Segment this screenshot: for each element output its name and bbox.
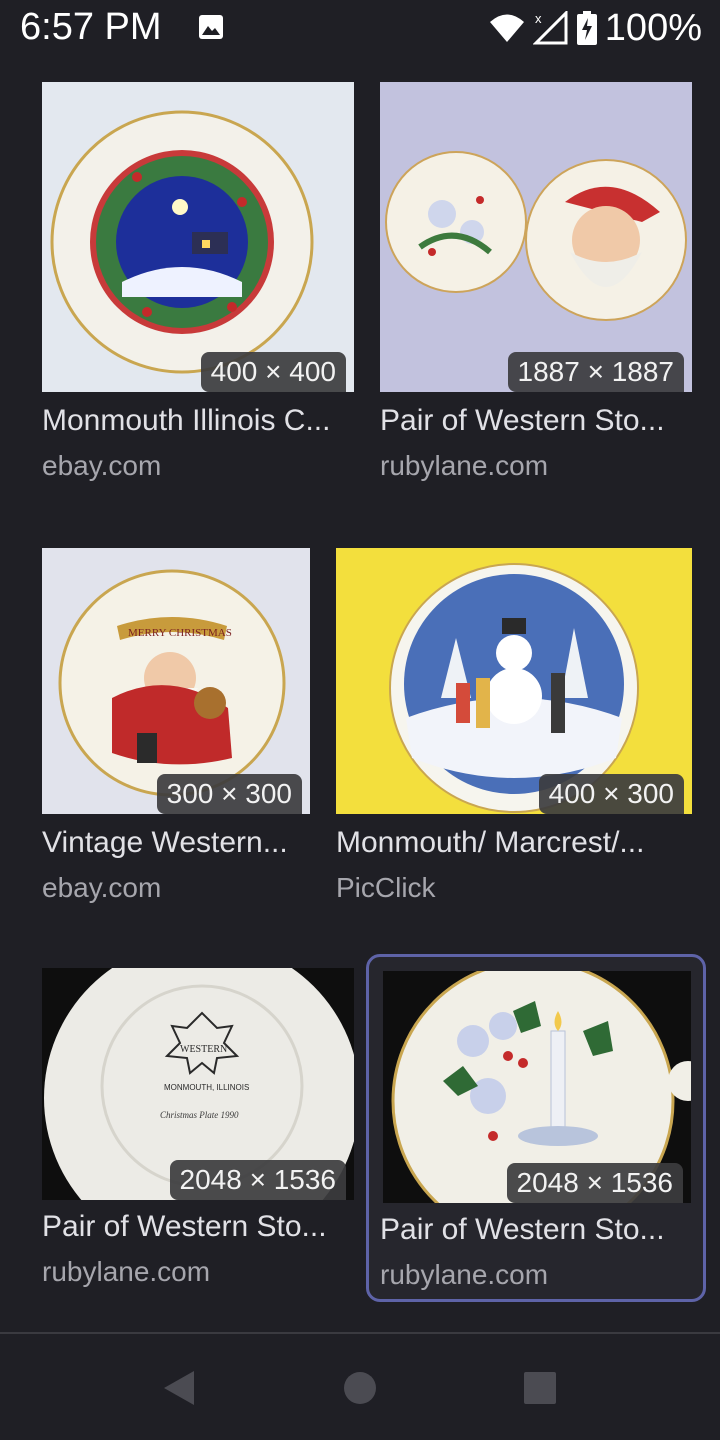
svg-text:WESTERN: WESTERN (180, 1044, 227, 1055)
result-thumbnail[interactable]: 1887 × 1887 (380, 82, 692, 392)
result-title[interactable]: Vintage Western... (42, 826, 310, 860)
result-card[interactable]: 1887 × 1887 Pair of Western Sto... rubyl… (380, 82, 692, 492)
image-dimensions: 1887 × 1887 (507, 352, 684, 392)
wreath-plate-image (42, 82, 354, 392)
result-thumbnail[interactable]: 2048 × 1536 (383, 971, 691, 1203)
result-title[interactable]: Monmouth/ Marcrest/... (336, 826, 680, 860)
image-dimensions: 300 × 300 (156, 774, 302, 814)
battery-percent: 100% (604, 6, 702, 49)
result-source[interactable]: ebay.com (42, 872, 161, 904)
back-icon[interactable] (160, 1368, 200, 1408)
result-source[interactable]: rubylane.com (42, 1256, 210, 1288)
result-thumbnail[interactable]: 400 × 400 (42, 82, 354, 392)
no-signal-icon: x (532, 11, 568, 45)
svg-text:MONMOUTH, ILLINOIS: MONMOUTH, ILLINOIS (164, 1083, 249, 1092)
result-card-selected[interactable]: 2048 × 1536 Pair of Western Sto... rubyl… (366, 954, 706, 1302)
result-thumbnail[interactable]: MERRY CHRISTMAS 300 × 300 (42, 548, 310, 814)
image-results-grid: 400 × 400 Monmouth Illinois C... ebay.co… (0, 56, 720, 1332)
image-dimensions: 400 × 300 (538, 774, 684, 814)
svg-text:x: x (535, 11, 542, 26)
result-card[interactable]: MERRY CHRISTMAS 300 × 300 Vintage Wester… (42, 548, 310, 914)
two-plates-image (380, 82, 692, 392)
result-title[interactable]: Monmouth Illinois C... (42, 404, 354, 438)
status-bar: 6:57 PM x 100% (0, 0, 720, 56)
result-source[interactable]: ebay.com (42, 450, 161, 482)
result-source[interactable]: PicClick (336, 872, 436, 904)
recents-icon[interactable] (520, 1368, 560, 1408)
image-dimensions: 2048 × 1536 (506, 1163, 683, 1203)
battery-charging-icon (576, 11, 597, 45)
result-card[interactable]: 400 × 300 Monmouth/ Marcrest/... PicClic… (336, 548, 692, 914)
svg-text:Christmas Plate 1990: Christmas Plate 1990 (160, 1110, 239, 1120)
home-icon[interactable] (340, 1368, 380, 1408)
result-card[interactable]: WESTERN MONMOUTH, ILLINOIS Christmas Pla… (42, 968, 354, 1298)
wifi-icon (489, 14, 524, 42)
result-source[interactable]: rubylane.com (380, 1259, 548, 1291)
navigation-bar (0, 1334, 720, 1440)
svg-text:MERRY CHRISTMAS: MERRY CHRISTMAS (128, 627, 232, 639)
image-dimensions: 2048 × 1536 (169, 1160, 346, 1200)
result-thumbnail[interactable]: 400 × 300 (336, 548, 692, 814)
image-dimensions: 400 × 400 (200, 352, 346, 392)
result-title[interactable]: Pair of Western Sto... (380, 404, 692, 438)
result-title[interactable]: Pair of Western Sto... (42, 1210, 354, 1244)
result-thumbnail[interactable]: WESTERN MONMOUTH, ILLINOIS Christmas Pla… (42, 968, 354, 1200)
result-title[interactable]: Pair of Western Sto... (380, 1213, 685, 1247)
gallery-icon (199, 15, 223, 39)
status-time: 6:57 PM (20, 6, 162, 48)
result-card[interactable]: 400 × 400 Monmouth Illinois C... ebay.co… (42, 82, 354, 492)
result-source[interactable]: rubylane.com (380, 450, 548, 482)
